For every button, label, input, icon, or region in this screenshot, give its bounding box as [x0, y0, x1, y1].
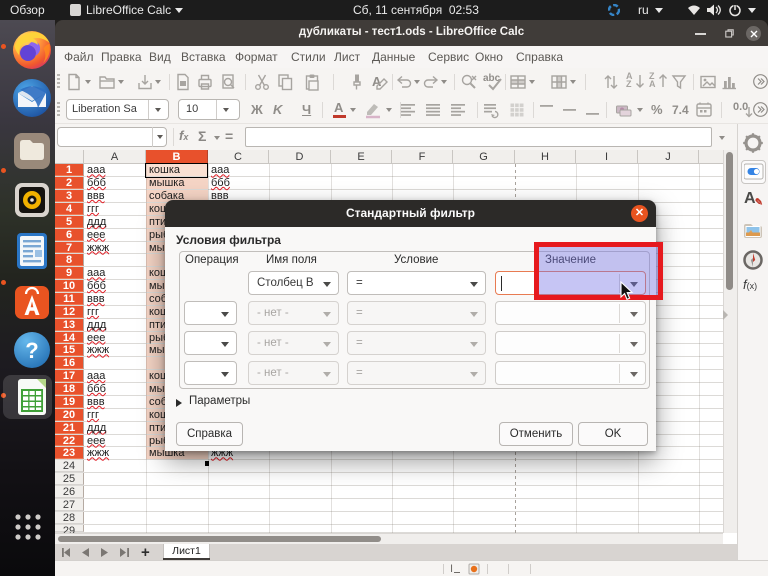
svg-text:?: ? [25, 338, 38, 363]
